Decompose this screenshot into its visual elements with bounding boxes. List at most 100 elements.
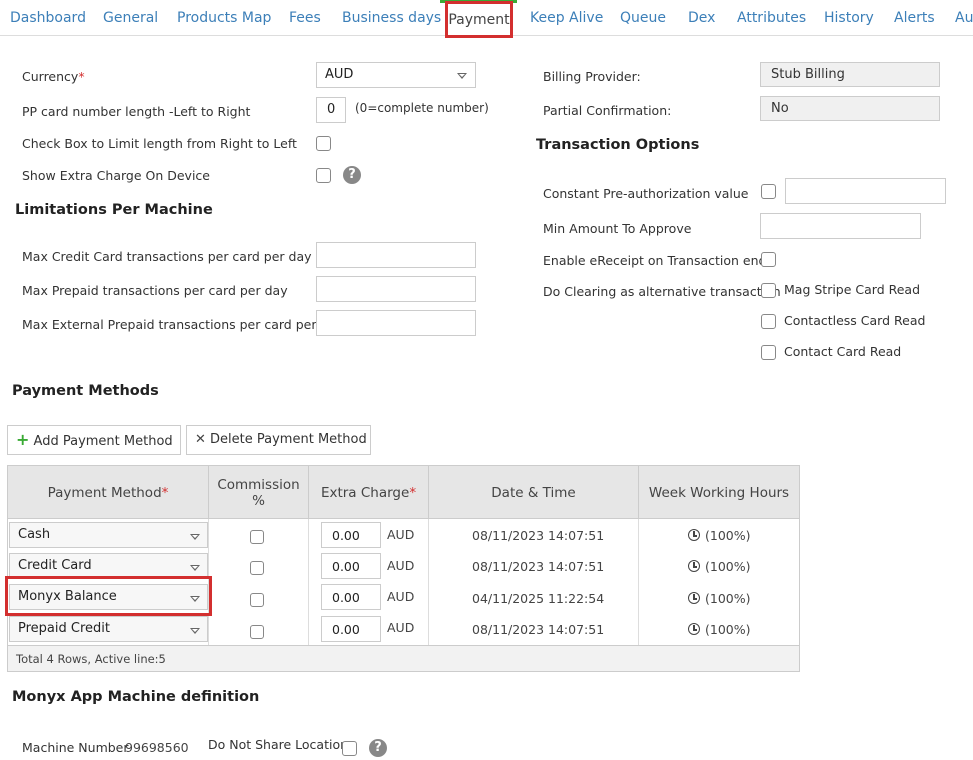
tab-attributes[interactable]: Attributes	[737, 10, 806, 26]
commission-checkbox[interactable]	[250, 625, 264, 639]
date-time-cell: 08/11/2023 14:07:51	[472, 528, 605, 543]
billing-provider-label: Billing Provider:	[543, 69, 641, 84]
date-time-cell: 04/11/2025 11:22:54	[472, 591, 605, 606]
tab-history[interactable]: History	[824, 10, 874, 26]
tab-general[interactable]: General	[103, 10, 158, 26]
question-icon[interactable]: ?	[369, 739, 387, 757]
col-commission[interactable]: Commission %	[209, 466, 309, 519]
clock-icon	[688, 560, 700, 572]
extra-charge-currency: AUD	[387, 589, 415, 604]
mag-stripe-checkbox[interactable]	[761, 283, 776, 298]
tab-bar: Dashboard General Products Map Fees Busi…	[0, 0, 973, 38]
tab-business-days[interactable]: Business days	[342, 10, 441, 26]
partial-confirmation-label: Partial Confirmation:	[543, 103, 672, 118]
min-amount-input[interactable]	[760, 213, 921, 239]
commission-checkbox[interactable]	[250, 561, 264, 575]
max-prepaid-input[interactable]	[316, 276, 476, 302]
currency-select[interactable]: AUD	[316, 62, 476, 88]
contactless-label: Contactless Card Read	[784, 313, 926, 328]
caret-down-icon	[190, 565, 200, 571]
pp-length-input[interactable]: 0	[316, 97, 346, 123]
preauth-input[interactable]	[785, 178, 946, 204]
payment-methods-heading: Payment Methods	[12, 383, 159, 399]
tab-alerts[interactable]: Alerts	[894, 10, 935, 26]
col-divider	[428, 519, 429, 645]
col-payment-method[interactable]: Payment Method *	[8, 466, 209, 519]
extra-charge-input[interactable]: 0.00	[321, 616, 381, 642]
currency-value: AUD	[325, 67, 354, 82]
limit-rtl-label: Check Box to Limit length from Right to …	[22, 136, 297, 151]
ereceipt-checkbox[interactable]	[761, 252, 776, 267]
highlight-box	[5, 576, 212, 616]
machine-number-value: 99698560	[125, 740, 189, 755]
tab-products-map[interactable]: Products Map	[177, 10, 271, 26]
grid-footer: Total 4 Rows, Active line:5	[8, 645, 799, 671]
commission-checkbox[interactable]	[250, 530, 264, 544]
limit-rtl-checkbox[interactable]	[316, 136, 331, 151]
limitations-heading: Limitations Per Machine	[15, 202, 213, 218]
add-payment-method-label: Add Payment Method	[33, 434, 173, 449]
min-amount-label: Min Amount To Approve	[543, 221, 692, 236]
working-hours-cell[interactable]: (100%)	[705, 528, 751, 543]
clearing-label: Do Clearing as alternative transaction	[543, 284, 781, 299]
contact-card-label: Contact Card Read	[784, 344, 902, 359]
tab-payment[interactable]: Payment	[445, 1, 513, 38]
extra-charge-input[interactable]: 0.00	[321, 553, 381, 579]
max-credit-label: Max Credit Card transactions per card pe…	[22, 249, 312, 264]
col-date-time[interactable]: Date & Time	[429, 466, 639, 519]
caret-down-icon	[190, 628, 200, 634]
date-time-cell: 08/11/2023 14:07:51	[472, 559, 605, 574]
caret-down-icon	[190, 534, 200, 540]
extra-charge-input[interactable]: 0.00	[321, 584, 381, 610]
share-location-checkbox[interactable]	[342, 741, 357, 756]
monyx-heading: Monyx App Machine definition	[12, 689, 260, 705]
contact-card-checkbox[interactable]	[761, 345, 776, 360]
col-divider	[308, 519, 309, 645]
clock-icon	[688, 592, 700, 604]
pp-length-hint: (0=complete number)	[355, 101, 489, 115]
delete-payment-method-label: Delete Payment Method	[210, 432, 367, 447]
tab-fees[interactable]: Fees	[289, 10, 321, 26]
delete-payment-method-button[interactable]: ✕ Delete Payment Method	[186, 425, 371, 455]
billing-provider-value: Stub Billing	[760, 62, 940, 87]
working-hours-cell[interactable]: (100%)	[705, 591, 751, 606]
extra-charge-currency: AUD	[387, 527, 415, 542]
working-hours-cell[interactable]: (100%)	[705, 622, 751, 637]
ereceipt-label: Enable eReceipt on Transaction end	[543, 253, 767, 268]
col-divider	[638, 519, 639, 645]
tab-queue[interactable]: Queue	[620, 10, 666, 26]
max-prepaid-label: Max Prepaid transactions per card per da…	[22, 283, 288, 298]
preauth-checkbox[interactable]	[761, 184, 776, 199]
max-ext-prepaid-label: Max External Prepaid transactions per ca…	[22, 317, 344, 332]
payment-method-select[interactable]: Cash	[9, 522, 208, 548]
plus-icon: +	[16, 430, 30, 449]
question-icon[interactable]: ?	[343, 166, 361, 184]
max-ext-prepaid-input[interactable]	[316, 310, 476, 336]
pp-length-label: PP card number length -Left to Right	[22, 104, 251, 119]
extra-charge-input[interactable]: 0.00	[321, 522, 381, 548]
tab-dex[interactable]: Dex	[688, 10, 715, 26]
payment-method-select[interactable]: Prepaid Credit	[9, 616, 208, 642]
max-credit-input[interactable]	[316, 242, 476, 268]
preauth-label: Constant Pre-authorization value	[543, 186, 749, 201]
x-icon: ✕	[195, 432, 206, 447]
contactless-checkbox[interactable]	[761, 314, 776, 329]
tab-dashboard[interactable]: Dashboard	[10, 10, 86, 26]
grid-header: Payment Method * Commission % Extra Charg…	[8, 466, 799, 519]
clock-icon	[688, 529, 700, 541]
col-week-hours[interactable]: Week Working Hours	[639, 466, 799, 519]
tab-au[interactable]: Au	[955, 10, 973, 26]
extra-charge-checkbox[interactable]	[316, 168, 331, 183]
machine-number-label: Machine Number	[22, 740, 129, 755]
extra-charge-currency: AUD	[387, 620, 415, 635]
caret-down-icon	[457, 73, 467, 79]
extra-charge-currency: AUD	[387, 558, 415, 573]
partial-confirmation-value: No	[760, 96, 940, 121]
col-extra-charge[interactable]: Extra Charge *	[309, 466, 429, 519]
working-hours-cell[interactable]: (100%)	[705, 559, 751, 574]
add-payment-method-button[interactable]: + Add Payment Method	[7, 425, 181, 455]
commission-checkbox[interactable]	[250, 593, 264, 607]
tab-keep-alive[interactable]: Keep Alive	[530, 10, 603, 26]
transaction-options-heading: Transaction Options	[536, 137, 700, 153]
payment-methods-grid: Payment Method * Commission % Extra Charg…	[7, 465, 800, 672]
